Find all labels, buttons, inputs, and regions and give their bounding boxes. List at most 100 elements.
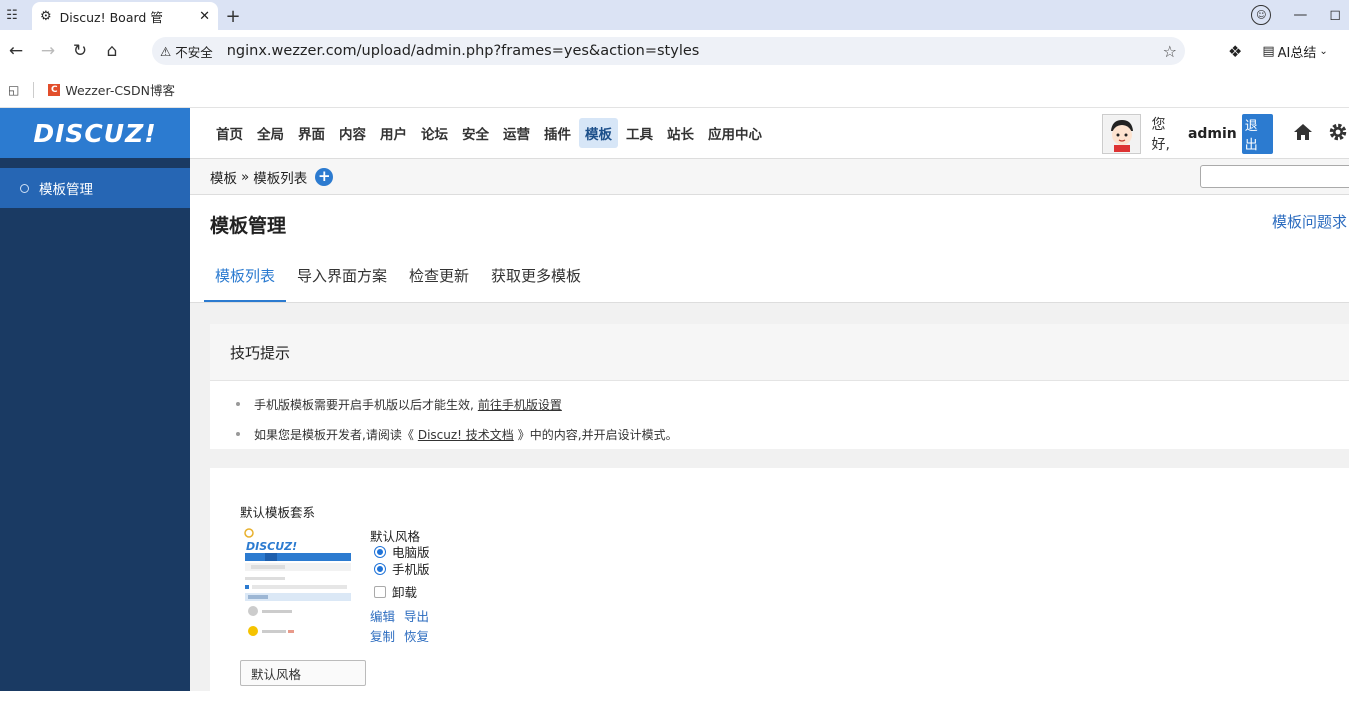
ai-summary-label: AI总结 [1277, 46, 1317, 61]
template-options: 默认风格 电脑版 手机版 卸载 编辑 导出 复制 恢复 [370, 526, 438, 645]
tab-title: Discuz! Board 管 [59, 9, 163, 25]
default-style-label: 默认风格 [370, 529, 421, 544]
new-tab-button[interactable]: + [218, 2, 248, 30]
browser-tab[interactable]: ⚙ Discuz! Board 管 ✕ [32, 2, 218, 30]
tab-favicon-icon: ⚙ [40, 8, 52, 24]
template-help-link[interactable]: 模板问题求 [1272, 211, 1347, 232]
tech-doc-link[interactable]: Discuz! 技术文档 [418, 426, 514, 443]
top-nav-item[interactable]: 安全 [456, 118, 495, 148]
tip2-post: 》中的内容,并开启设计模式。 [517, 427, 678, 442]
browser-toolbar: ← → ↻ ⌂ ⚠ 不安全 nginx.wezzer.com/upload/ad… [0, 30, 1349, 72]
breadcrumb: 模板 » 模板列表 + [190, 159, 1349, 195]
avatar-face-icon [1103, 116, 1140, 152]
warning-icon: ⚠ [160, 43, 172, 59]
restore-link[interactable]: 恢复 [404, 626, 438, 645]
breadcrumb-separator: » [241, 168, 250, 185]
back-icon[interactable]: ← [0, 41, 32, 61]
add-shortcut-icon[interactable]: + [315, 167, 334, 186]
top-nav-item[interactable]: 界面 [292, 118, 331, 148]
username: admin [1187, 126, 1237, 142]
top-nav-item[interactable]: 站长 [661, 118, 700, 148]
home-icon[interactable] [1293, 122, 1313, 147]
tips-title: 技巧提示 [210, 324, 1349, 381]
reload-icon[interactable]: ↻ [64, 41, 96, 61]
mobile-radio[interactable] [374, 562, 386, 575]
greeting-text: 您好, [1151, 117, 1170, 153]
minimize-icon[interactable]: — [1293, 7, 1307, 23]
window-controls: ☺ — ◻ [1251, 0, 1349, 30]
top-nav-menu: 首页 全局 界面 内容 用户 论坛 安全 运营 插件 模板 工具 站长 应用中心 [210, 118, 770, 148]
pc-radio[interactable] [374, 545, 386, 558]
copy-link[interactable]: 复制 [370, 626, 404, 645]
bookmarks-apps-icon[interactable]: ◱ [8, 83, 19, 97]
uninstall-label: 卸载 [392, 585, 418, 600]
top-nav-item[interactable]: 工具 [620, 118, 659, 148]
user-area: 您好, admin 退出 [1102, 114, 1349, 154]
pc-radio-row[interactable]: 电脑版 [370, 543, 438, 560]
extensions-icon[interactable]: ❖ [1228, 42, 1242, 61]
page-title: 模板管理 [210, 215, 287, 237]
maximize-icon[interactable]: ◻ [1329, 7, 1341, 23]
discuz-logo[interactable]: DISCUZ! [0, 108, 190, 158]
admin-sidebar: DISCUZ! 模板管理 [0, 108, 190, 691]
bookmark-star-icon[interactable]: ☆ [1163, 42, 1177, 61]
bullet-icon [236, 432, 240, 436]
uninstall-checkbox[interactable] [374, 585, 386, 598]
circle-icon [20, 183, 29, 193]
avatar[interactable] [1102, 114, 1142, 154]
tab-actions-icon[interactable]: ☷ [0, 0, 24, 30]
sidebar-item-label: 模板管理 [39, 182, 93, 198]
tab-check-updates[interactable]: 检查更新 [398, 257, 480, 302]
forward-icon[interactable]: → [32, 41, 64, 61]
chevron-down-icon: ⌄ [1319, 46, 1328, 57]
admin-search-input[interactable] [1200, 165, 1349, 188]
admin-top-nav: 首页 全局 界面 内容 用户 论坛 安全 运营 插件 模板 工具 站长 应用中心 您好, admin 退… [190, 108, 1349, 159]
template-set-title: 默认模板套系 [240, 505, 316, 520]
top-nav-item[interactable]: 用户 [374, 118, 413, 148]
insecure-label: 不安全 [175, 44, 213, 60]
tips-panel: 技巧提示 手机版模板需要开启手机版以后才能生效, 前往手机版设置 如果您是模板开… [210, 324, 1349, 449]
mobile-radio-row[interactable]: 手机版 [370, 560, 438, 577]
template-preview-thumbnail[interactable]: DISCUZ! [243, 527, 351, 652]
top-nav-item[interactable]: 应用中心 [702, 118, 768, 148]
breadcrumb-root[interactable]: 模板 [210, 167, 237, 187]
home-icon[interactable]: ⌂ [96, 41, 128, 61]
tip1-text: 手机版模板需要开启手机版以后才能生效, [254, 397, 474, 412]
tab-get-more-templates[interactable]: 获取更多模板 [480, 257, 592, 302]
page-header: 模板管理 模板问题求 模板列表 导入界面方案 检查更新 获取更多模板 [190, 195, 1349, 303]
uninstall-row[interactable]: 卸载 [370, 583, 438, 600]
csdn-favicon-icon: C [48, 83, 61, 96]
top-nav-item[interactable]: 内容 [333, 118, 372, 148]
mobile-settings-link[interactable]: 前往手机版设置 [478, 396, 562, 413]
breadcrumb-current: 模板列表 [253, 170, 308, 187]
address-bar[interactable]: ⚠ 不安全 nginx.wezzer.com/upload/admin.php?… [152, 37, 1185, 65]
style-name-input[interactable]: 默认风格 [240, 660, 366, 686]
top-nav-item[interactable]: 插件 [538, 118, 577, 148]
main-content: 模板管理 模板问题求 模板列表 导入界面方案 检查更新 获取更多模板 技巧提示 … [190, 195, 1349, 708]
edit-link[interactable]: 编辑 [370, 606, 404, 625]
export-link[interactable]: 导出 [404, 606, 438, 625]
logout-button[interactable]: 退出 [1241, 114, 1273, 154]
tip-item: 如果您是模板开发者,请阅读《 Discuz! 技术文档 》中的内容,并开启设计模… [236, 419, 1349, 449]
top-nav-item[interactable]: 首页 [210, 118, 249, 148]
ai-summary-icon: ▤ [1262, 44, 1275, 59]
tip-item: 手机版模板需要开启手机版以后才能生效, 前往手机版设置 [236, 389, 1349, 419]
top-nav-item[interactable]: 运营 [497, 118, 536, 148]
sidebar-item-template-manage[interactable]: 模板管理 [0, 168, 190, 208]
settings-gear-icon[interactable] [1327, 121, 1349, 148]
tab-import-scheme[interactable]: 导入界面方案 [286, 257, 398, 302]
template-set-panel: 默认模板套系 DISCUZ! 默认风格 电脑版 手机版 卸载 编辑 导出 复制 … [210, 468, 1349, 708]
profile-icon[interactable]: ☺ [1251, 5, 1272, 25]
security-indicator[interactable]: ⚠ 不安全 [160, 42, 213, 61]
ai-summary-button[interactable]: ▤ AI总结 ⌄ [1262, 42, 1327, 61]
tab-template-list[interactable]: 模板列表 [204, 257, 287, 302]
greeting: 您好, admin 退出 [1151, 114, 1273, 154]
url-text[interactable]: nginx.wezzer.com/upload/admin.php?frames… [227, 43, 700, 59]
tip2-pre: 如果您是模板开发者,请阅读《 [254, 427, 414, 442]
svg-text:DISCUZ!: DISCUZ! [246, 540, 297, 553]
bookmark-wezzer[interactable]: Wezzer-CSDN博客 [65, 80, 175, 99]
top-nav-item[interactable]: 模板 [579, 118, 618, 148]
top-nav-item[interactable]: 全局 [251, 118, 290, 148]
tab-close-icon[interactable]: ✕ [199, 9, 210, 24]
top-nav-item[interactable]: 论坛 [415, 118, 454, 148]
